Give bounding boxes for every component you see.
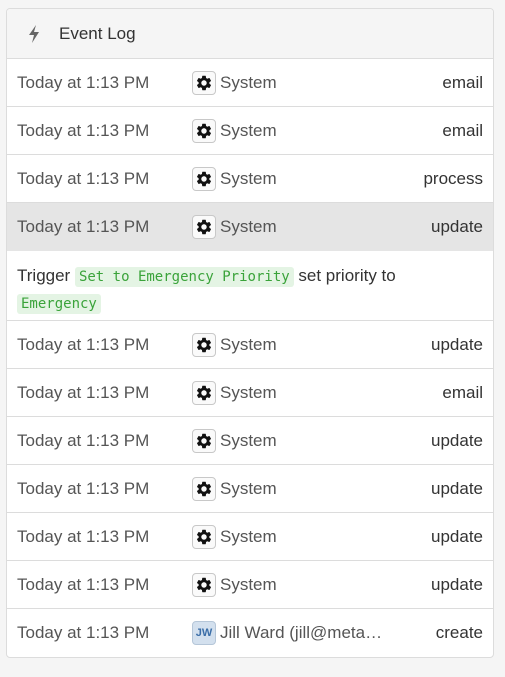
event-row[interactable]: Today at 1:13 PM System process bbox=[7, 155, 493, 203]
event-time: Today at 1:13 PM bbox=[17, 120, 150, 140]
event-action: update bbox=[431, 430, 483, 450]
event-action: email bbox=[442, 120, 483, 140]
event-row[interactable]: Today at 1:13 PM System update bbox=[7, 321, 493, 369]
gear-icon bbox=[192, 215, 216, 239]
event-actor: System bbox=[192, 380, 434, 405]
event-row[interactable]: Today at 1:13 PM JW Jill Ward (jill@meta… bbox=[7, 609, 493, 657]
event-time: Today at 1:13 PM bbox=[17, 430, 150, 450]
event-time: Today at 1:13 PM bbox=[17, 574, 150, 594]
event-time: Today at 1:13 PM bbox=[17, 526, 150, 546]
detail-middle: set priority to bbox=[298, 266, 396, 285]
trigger-name: Set to Emergency Priority bbox=[74, 267, 294, 287]
event-actor: System bbox=[192, 428, 423, 453]
event-action: update bbox=[431, 574, 483, 594]
gear-icon bbox=[192, 428, 216, 453]
event-row-selected[interactable]: Today at 1:13 PM System update bbox=[7, 203, 493, 251]
event-time: Today at 1:13 PM bbox=[17, 382, 150, 402]
event-actor: System bbox=[192, 166, 415, 191]
event-action: update bbox=[431, 217, 483, 236]
actor-name: System bbox=[220, 382, 277, 402]
event-actor: System bbox=[192, 70, 434, 95]
event-row[interactable]: Today at 1:13 PM System update bbox=[7, 513, 493, 561]
event-time: Today at 1:13 PM bbox=[17, 334, 150, 354]
gear-icon bbox=[192, 70, 216, 95]
event-actor: JW Jill Ward (jill@meta… bbox=[192, 621, 428, 645]
gear-icon bbox=[192, 476, 216, 501]
event-row[interactable]: Today at 1:13 PM System update bbox=[7, 465, 493, 513]
event-row[interactable]: Today at 1:13 PM System email bbox=[7, 107, 493, 155]
actor-name: System bbox=[220, 168, 277, 188]
event-action: update bbox=[431, 334, 483, 354]
event-time: Today at 1:13 PM bbox=[17, 217, 150, 236]
event-action: create bbox=[435, 623, 483, 642]
event-row[interactable]: Today at 1:13 PM System update bbox=[7, 561, 493, 609]
actor-name: System bbox=[220, 430, 277, 450]
event-action: email bbox=[442, 382, 483, 402]
actor-name: System bbox=[220, 334, 277, 354]
event-row[interactable]: Today at 1:13 PM System email bbox=[7, 59, 493, 107]
event-row[interactable]: Today at 1:13 PM System update bbox=[7, 417, 493, 465]
event-actor: System bbox=[192, 215, 423, 239]
gear-icon bbox=[192, 118, 216, 143]
panel-header: Event Log bbox=[7, 9, 493, 59]
gear-icon bbox=[192, 166, 216, 191]
actor-name: System bbox=[220, 478, 277, 498]
event-row[interactable]: Today at 1:13 PM System email bbox=[7, 369, 493, 417]
event-action: update bbox=[431, 478, 483, 498]
event-time: Today at 1:13 PM bbox=[17, 168, 150, 188]
event-log-panel: Event Log Today at 1:13 PM System email … bbox=[6, 8, 494, 658]
bolt-icon bbox=[29, 24, 39, 43]
event-actor: System bbox=[192, 572, 423, 597]
actor-name: System bbox=[220, 217, 277, 236]
event-actor: System bbox=[192, 476, 423, 501]
event-action: email bbox=[442, 72, 483, 92]
event-time: Today at 1:13 PM bbox=[17, 72, 150, 92]
actor-name: System bbox=[220, 72, 277, 92]
panel-title: Event Log bbox=[59, 23, 136, 43]
actor-name: System bbox=[220, 120, 277, 140]
event-actor: System bbox=[192, 118, 434, 143]
priority-value: Emergency bbox=[17, 294, 101, 314]
avatar: JW bbox=[192, 621, 216, 645]
gear-icon bbox=[192, 332, 216, 357]
event-time: Today at 1:13 PM bbox=[17, 478, 150, 498]
event-action: process bbox=[423, 168, 483, 188]
gear-icon bbox=[192, 380, 216, 405]
event-action: update bbox=[431, 526, 483, 546]
actor-name: Jill Ward (jill@meta… bbox=[220, 623, 383, 642]
actor-name: System bbox=[220, 574, 277, 594]
gear-icon bbox=[192, 524, 216, 549]
event-actor: System bbox=[192, 332, 423, 357]
actor-name: System bbox=[220, 526, 277, 546]
event-detail: Trigger Set to Emergency Priority set pr… bbox=[7, 251, 493, 321]
detail-prefix: Trigger bbox=[17, 266, 71, 285]
event-time: Today at 1:13 PM bbox=[17, 623, 150, 642]
event-list-bottom: Today at 1:13 PM System update Today at … bbox=[7, 321, 493, 657]
event-list-top: Today at 1:13 PM System email Today at 1… bbox=[7, 59, 493, 251]
gear-icon bbox=[192, 572, 216, 597]
event-actor: System bbox=[192, 524, 423, 549]
